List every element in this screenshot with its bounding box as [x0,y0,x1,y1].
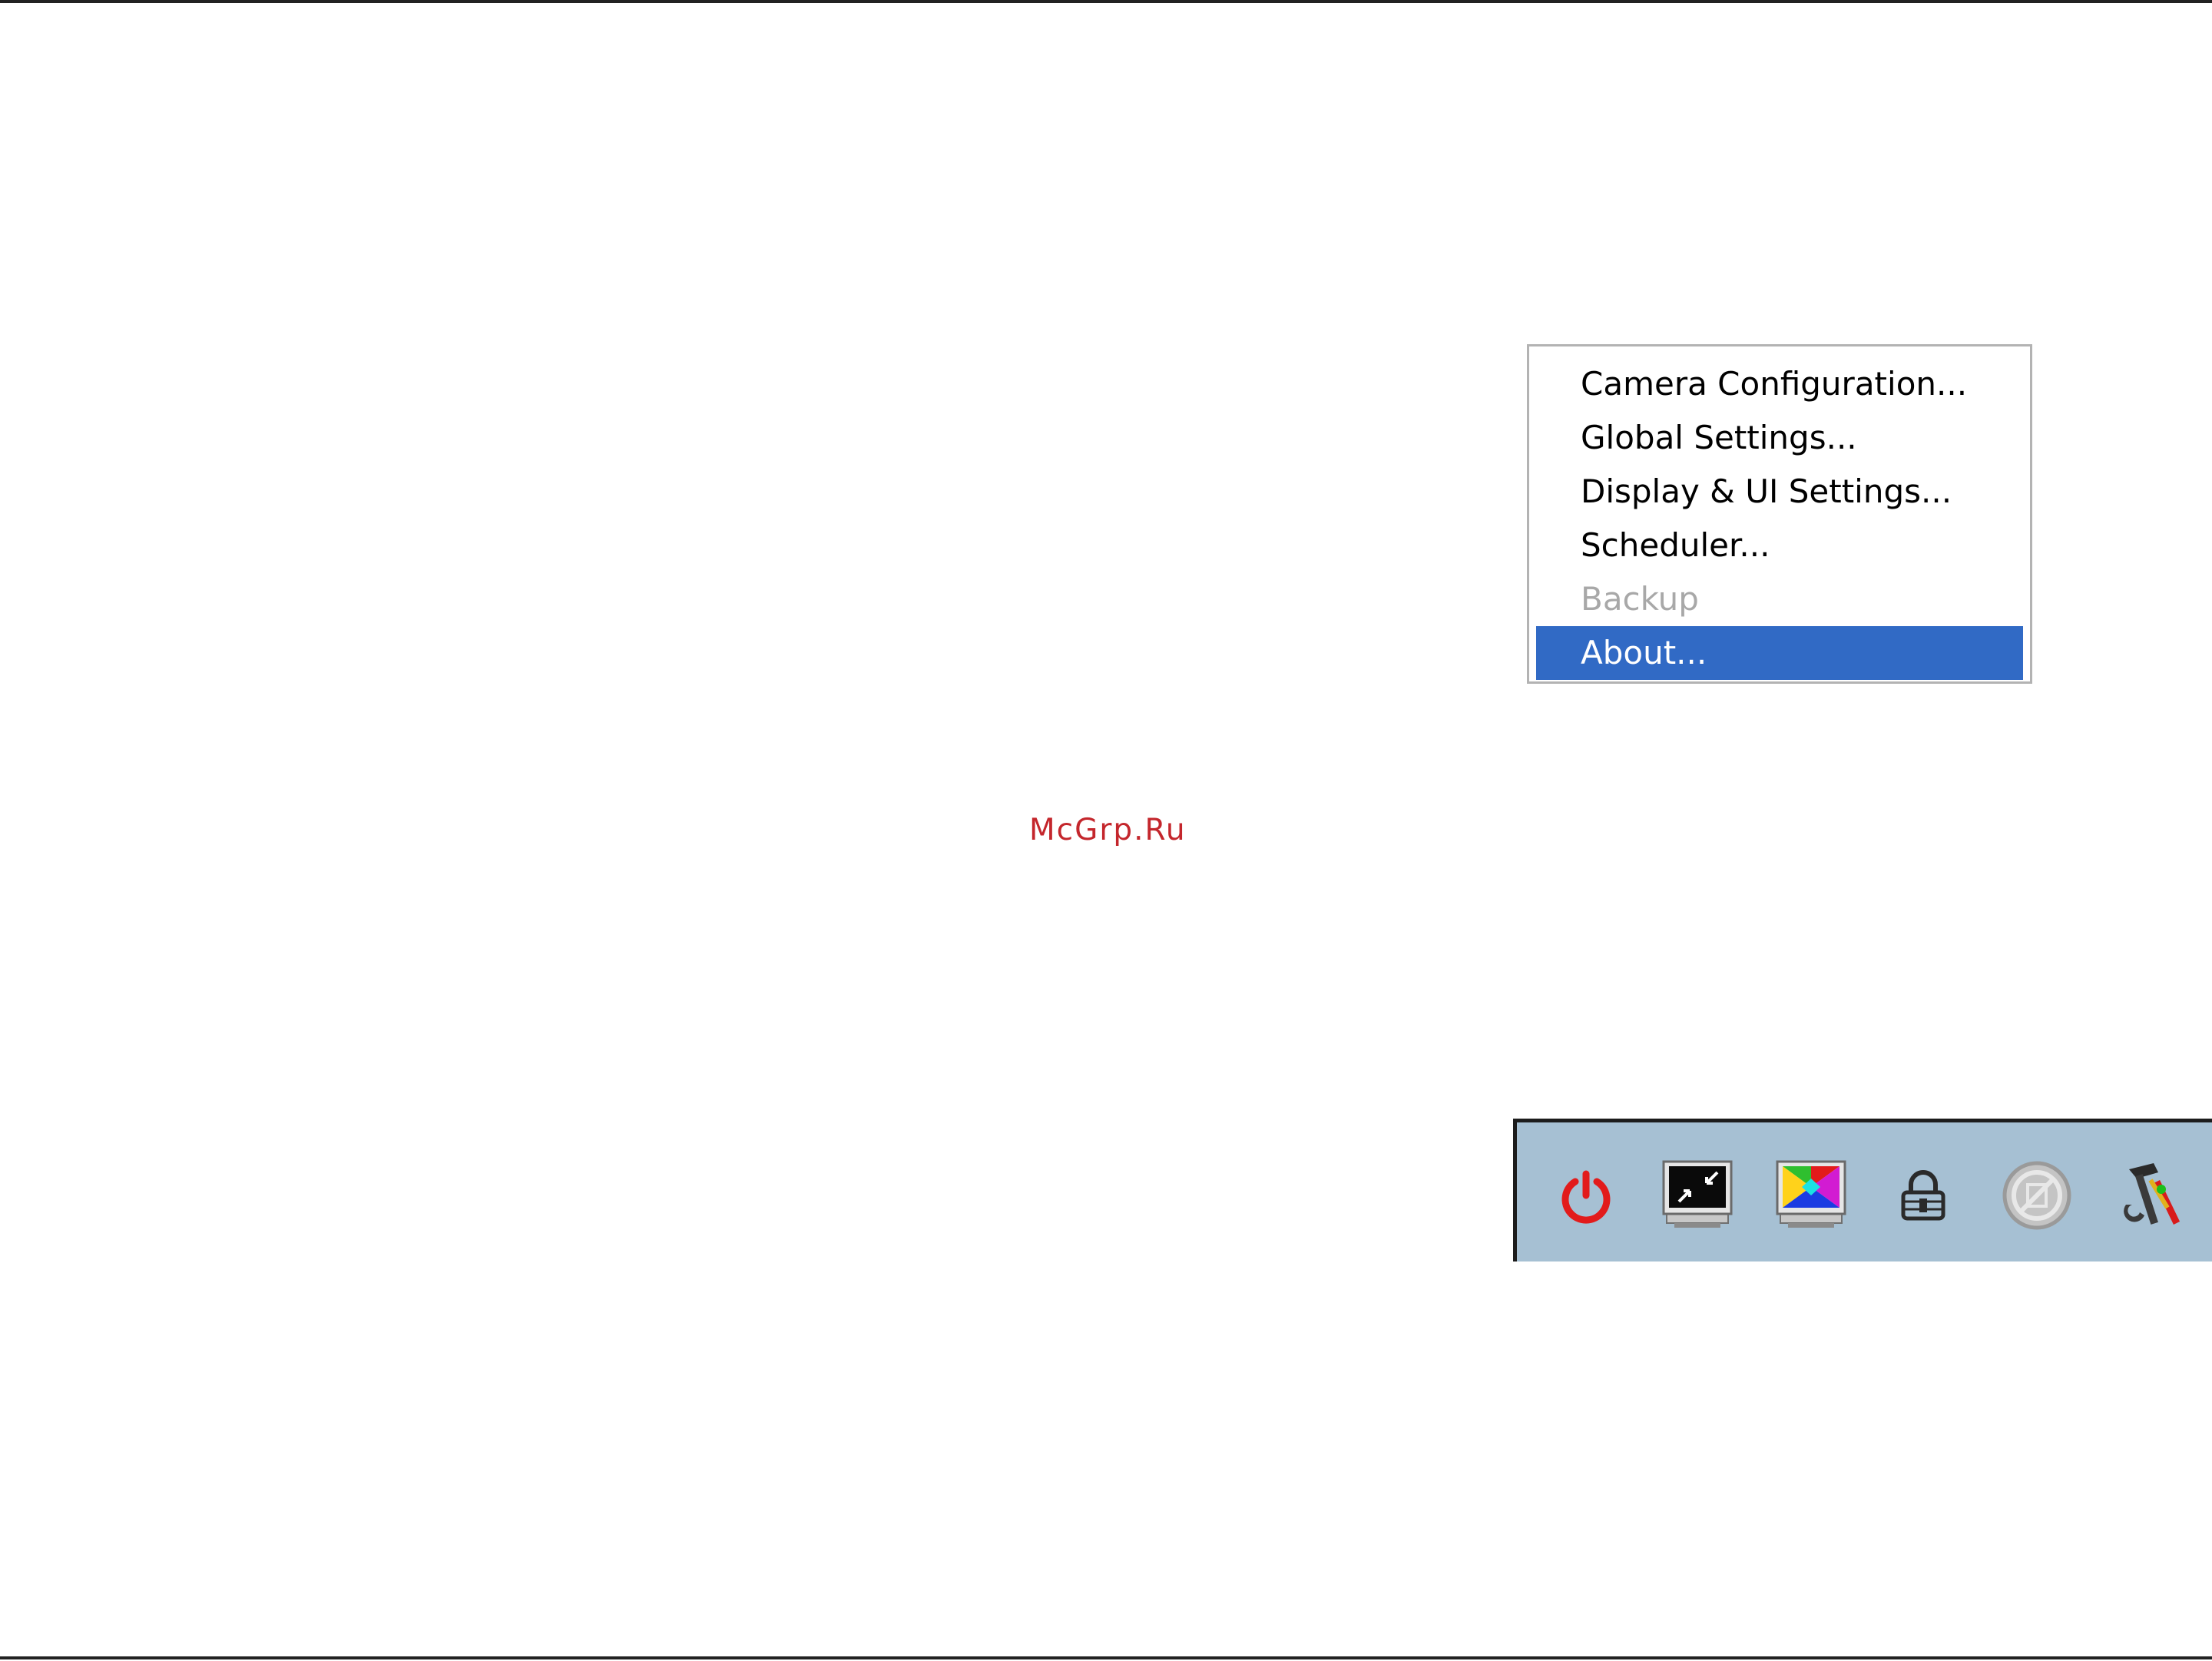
minimize-window-icon [1662,1160,1733,1228]
menu-item-backup: Backup [1581,580,1699,618]
minimize-view-button[interactable] [1652,1157,1743,1234]
toolbar [1513,1119,2212,1261]
lock-icon [1901,1170,1945,1221]
menu-item-scheduler[interactable]: Scheduler... [1536,519,2023,572]
watermark-text: McGrp.Ru [1029,813,1187,847]
bottom-rule [0,1656,2212,1659]
menu-item-display-ui-settings[interactable]: Display & UI Settings... [1536,465,2023,519]
menu-item-global-settings[interactable]: Global Settings... [1536,411,2023,465]
color-display-button[interactable] [1766,1157,1856,1234]
tools-icon [2124,1163,2181,1225]
lock-button[interactable] [1878,1157,1969,1234]
disabled-feature-button[interactable] [1992,1157,2082,1234]
power-icon [1561,1170,1611,1224]
power-button[interactable] [1541,1157,1631,1234]
top-rule [0,0,2212,3]
menu-item-about[interactable]: About... [1536,626,2023,680]
context-menu: Camera Configuration... Global Settings.… [1527,344,2032,684]
disabled-circle-icon [2002,1161,2071,1230]
color-display-icon [1776,1160,1846,1228]
menu-item-camera-configuration[interactable]: Camera Configuration... [1536,357,2023,411]
tools-button[interactable] [2105,1157,2196,1234]
